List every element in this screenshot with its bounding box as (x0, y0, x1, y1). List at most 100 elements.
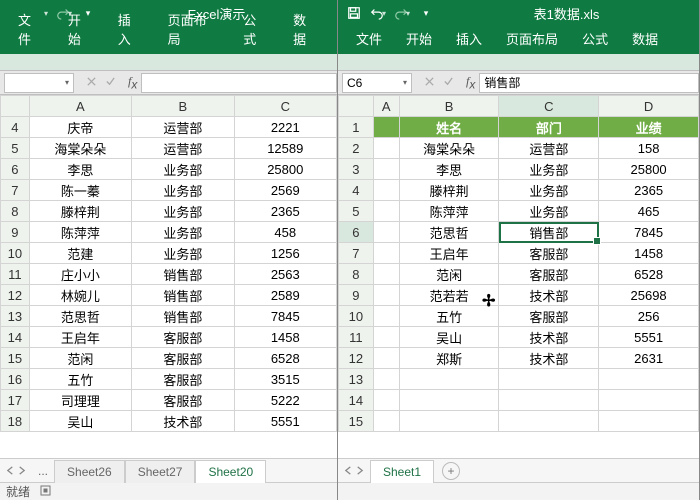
cells-grid-left[interactable]: ABC 4庆帝运营部22215海棠朵朵运营部125896李思业务部258007陈… (0, 95, 337, 458)
cell[interactable] (399, 369, 499, 390)
cancel-icon[interactable] (424, 76, 435, 90)
ribbon-tab-开始[interactable]: 开始 (56, 4, 106, 54)
cell[interactable]: 技术部 (499, 327, 599, 348)
cell[interactable]: 范思哲 (29, 306, 131, 327)
fx-icon[interactable]: fx (462, 74, 479, 91)
row-header[interactable]: 2 (339, 138, 374, 159)
cell[interactable] (373, 201, 399, 222)
cell[interactable]: 陈萍萍 (399, 201, 499, 222)
cell[interactable]: 范思哲 (399, 222, 499, 243)
cell[interactable]: 1458 (599, 243, 699, 264)
row-header[interactable]: 9 (339, 285, 374, 306)
cell[interactable]: 庄小小 (29, 264, 131, 285)
cell[interactable]: 范闲 (399, 264, 499, 285)
col-header[interactable]: C (234, 96, 336, 117)
name-box[interactable]: ▾ (4, 73, 74, 93)
tab-scroll-right-icon[interactable] (17, 464, 26, 478)
row-header[interactable]: 10 (339, 306, 374, 327)
cell[interactable] (373, 348, 399, 369)
row-header[interactable]: 1 (339, 117, 374, 138)
cell[interactable]: 1458 (234, 327, 336, 348)
row-header[interactable]: 7 (339, 243, 374, 264)
row-header[interactable]: 18 (1, 411, 30, 432)
cell[interactable] (599, 390, 699, 411)
cell[interactable] (373, 138, 399, 159)
cell[interactable]: 技术部 (132, 411, 234, 432)
tab-scroll-right-icon[interactable] (355, 464, 364, 478)
ribbon-tab-文件[interactable]: 文件 (6, 4, 56, 54)
cell[interactable] (399, 390, 499, 411)
row-header[interactable]: 6 (339, 222, 374, 243)
cell[interactable]: 王启年 (399, 243, 499, 264)
row-header[interactable]: 9 (1, 222, 30, 243)
row-header[interactable]: 11 (1, 264, 30, 285)
cell[interactable]: 7845 (234, 306, 336, 327)
cell[interactable]: 客服部 (132, 348, 234, 369)
cell[interactable]: 2365 (234, 201, 336, 222)
undo-icon[interactable]: ▾ (366, 1, 390, 25)
row-header[interactable]: 15 (339, 411, 374, 432)
cell[interactable]: 1256 (234, 243, 336, 264)
cell[interactable]: 陈一蓁 (29, 180, 131, 201)
cell[interactable] (499, 411, 599, 432)
enter-icon[interactable] (105, 76, 116, 90)
cell[interactable]: 客服部 (132, 327, 234, 348)
cell[interactable] (373, 390, 399, 411)
enter-icon[interactable] (443, 76, 454, 90)
formula-input[interactable] (141, 73, 337, 93)
row-header[interactable]: 5 (339, 201, 374, 222)
row-header[interactable]: 12 (1, 285, 30, 306)
cell[interactable]: 2631 (599, 348, 699, 369)
ribbon-tab-数据[interactable]: 数据 (281, 4, 331, 54)
cell[interactable]: 销售部 (132, 264, 234, 285)
cell[interactable]: 范建 (29, 243, 131, 264)
row-header[interactable]: 16 (1, 369, 30, 390)
row-header[interactable]: 10 (1, 243, 30, 264)
row-header[interactable]: 5 (1, 138, 30, 159)
ribbon-tab-数据[interactable]: 数据 (620, 23, 670, 54)
cell[interactable]: 客服部 (499, 306, 599, 327)
cell[interactable]: 业务部 (132, 222, 234, 243)
row-header[interactable]: 14 (339, 390, 374, 411)
cell[interactable] (399, 411, 499, 432)
cell[interactable] (373, 369, 399, 390)
cell[interactable]: 范若若 (399, 285, 499, 306)
cell[interactable]: 256 (599, 306, 699, 327)
cell[interactable]: 滕梓荆 (29, 201, 131, 222)
cell[interactable]: 5551 (599, 327, 699, 348)
cell[interactable]: 技术部 (499, 285, 599, 306)
ribbon-tab-公式[interactable]: 公式 (570, 23, 620, 54)
ribbon-tab-公式[interactable]: 公式 (231, 4, 281, 54)
cancel-icon[interactable] (86, 76, 97, 90)
cell[interactable]: 客服部 (132, 390, 234, 411)
cell[interactable]: 司理理 (29, 390, 131, 411)
col-header[interactable]: D (599, 96, 699, 117)
row-header[interactable]: 17 (1, 390, 30, 411)
cell[interactable]: 业务部 (499, 180, 599, 201)
cell[interactable]: 滕梓荆 (399, 180, 499, 201)
cell[interactable] (599, 369, 699, 390)
cell[interactable]: 25698 (599, 285, 699, 306)
cell[interactable]: 客服部 (499, 243, 599, 264)
cell[interactable]: 海棠朵朵 (399, 138, 499, 159)
row-header[interactable]: 4 (339, 180, 374, 201)
cell[interactable]: 6528 (234, 348, 336, 369)
col-header[interactable]: A (373, 96, 399, 117)
cell[interactable] (373, 117, 399, 138)
cell[interactable]: 运营部 (499, 138, 599, 159)
col-header[interactable]: A (29, 96, 131, 117)
cell[interactable] (373, 159, 399, 180)
row-header[interactable]: 11 (339, 327, 374, 348)
fx-icon[interactable]: fx (124, 74, 141, 91)
select-all-corner[interactable] (339, 96, 374, 117)
cell[interactable]: 销售部 (499, 222, 599, 243)
ribbon-tab-文件[interactable]: 文件 (344, 23, 394, 54)
cell[interactable]: 465 (599, 201, 699, 222)
cell[interactable]: 李思 (399, 159, 499, 180)
ribbon-tab-插入[interactable]: 插入 (444, 23, 494, 54)
cell[interactable]: 郑斯 (399, 348, 499, 369)
row-header[interactable]: 13 (339, 369, 374, 390)
cell[interactable]: 7845 (599, 222, 699, 243)
row-header[interactable]: 4 (1, 117, 30, 138)
cell[interactable]: 海棠朵朵 (29, 138, 131, 159)
